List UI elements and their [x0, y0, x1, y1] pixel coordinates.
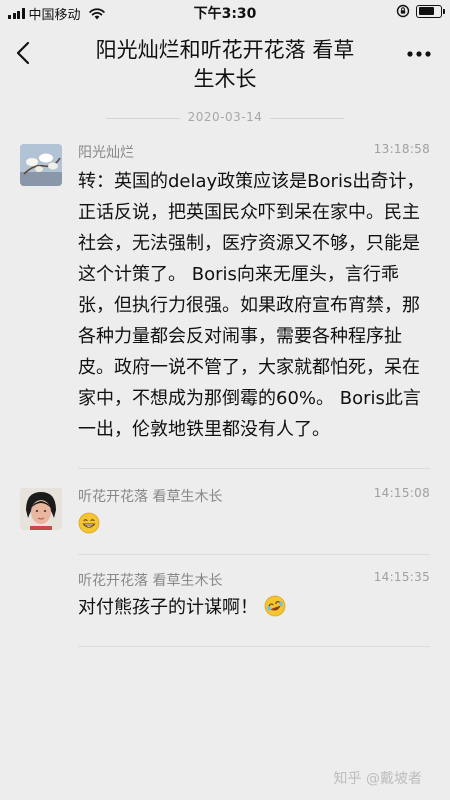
chat-title: 阳光灿烂和听花开花落 看草 生木长 — [62, 36, 388, 94]
sender-name: 听花开花落 看草生木长 — [78, 489, 223, 505]
chat-header: 阳光灿烂和听花开花落 看草 生木长 — [0, 24, 450, 98]
message-divider — [78, 554, 430, 555]
status-time: 下午3:30 — [193, 6, 257, 22]
status-right — [396, 4, 445, 18]
message-item[interactable]: 听花开花落 看草生木长 14:15:35 对付熊孩子的计谋啊！ — [0, 570, 450, 630]
laugh-cry-emoji-icon — [264, 595, 286, 617]
message-time: 14:15:08 — [373, 486, 430, 500]
watermark: 知乎 @戴坡者 — [333, 771, 422, 787]
sender-name: 听花开花落 看草生木长 — [78, 573, 223, 589]
message-divider — [78, 646, 430, 647]
message-item[interactable]: 阳光灿烂 13:18:58 转：英国的delay政策应该是Boris出奇计，正话… — [0, 140, 450, 470]
avatar[interactable] — [20, 488, 62, 530]
date-separator: 2020-03-14 — [0, 108, 450, 128]
more-icon[interactable] — [406, 50, 432, 58]
message-text-content: 对付熊孩子的计谋啊！ — [78, 597, 258, 618]
avatar[interactable] — [20, 144, 62, 186]
person-avatar-image — [20, 488, 62, 530]
message-item[interactable]: 听花开花落 看草生木长 14:15:08 — [0, 484, 450, 544]
date-separator-line-right — [270, 118, 344, 119]
message-text: 转：英国的delay政策应该是Boris出奇计，正话反说，把英国民众吓到呆在家中… — [78, 171, 425, 440]
flower-avatar-image — [20, 144, 62, 186]
message-time: 14:15:35 — [373, 570, 430, 584]
status-bar: 中国移动 下午3:30 — [0, 0, 450, 24]
rotation-lock-icon — [396, 4, 410, 18]
chat-title-line1: 阳光灿烂和听花开花落 看草 — [95, 38, 355, 62]
chat-title-line2: 生木长 — [193, 67, 257, 91]
battery-icon — [416, 4, 445, 18]
message-time: 13:18:58 — [373, 142, 430, 156]
back-icon[interactable] — [14, 40, 34, 66]
message-text: 对付熊孩子的计谋啊！ — [78, 592, 286, 623]
date-separator-text: 2020-03-14 — [187, 110, 263, 124]
message-divider — [78, 468, 430, 469]
sender-name: 阳光灿烂 — [78, 145, 134, 161]
grin-emoji-icon — [78, 512, 100, 534]
